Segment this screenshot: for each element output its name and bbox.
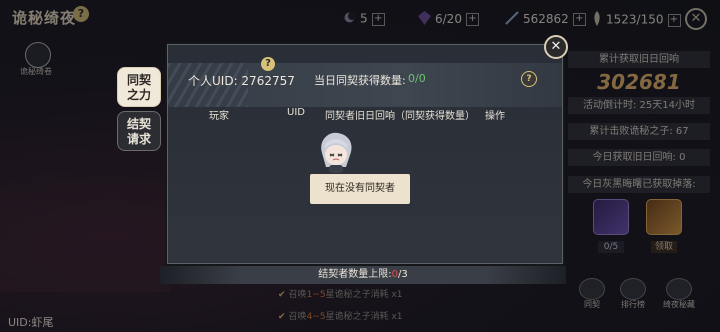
help-icon[interactable]: ? (521, 71, 537, 87)
column-player: 玩家 (209, 111, 229, 122)
contract-limit-bar: 结契者数量上限:0/3 (160, 266, 566, 284)
empty-state-message: 现在没有同契者 (310, 174, 410, 204)
tab-contract-request[interactable]: 结契 请求 (117, 111, 161, 151)
daily-contract-count: 0/0 (408, 72, 426, 85)
column-echo: 同契者旧日回响（同契获得数量） (325, 111, 475, 122)
personal-uid: 个人UID: 2762757 (188, 74, 295, 88)
uid-help-icon[interactable]: ? (261, 57, 275, 71)
contract-dialog: ? 个人UID: 2762757 当日同契获得数量: 0/0 ? 玩家 UID … (167, 44, 563, 264)
daily-contract-label: 当日同契获得数量: (314, 74, 406, 87)
column-uid: UID (287, 107, 305, 118)
contract-limit: 结契者数量上限:0/3 (318, 269, 408, 280)
tab-contract-power[interactable]: 同契 之力 (117, 67, 161, 107)
empty-state-avatar (316, 131, 356, 173)
column-action: 操作 (485, 111, 505, 122)
close-dialog-icon[interactable]: ✕ (544, 35, 568, 59)
